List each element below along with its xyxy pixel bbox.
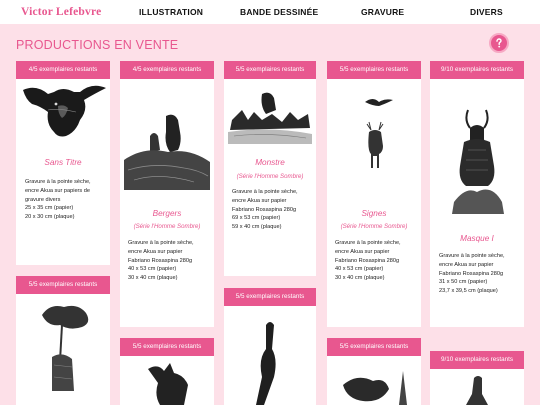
card-description: Gravure à la pointe sèche, encre Akua sur… [128,240,194,282]
artwork-card-monstre[interactable]: Monstre (Série l'Homme Sombre) Gravure à… [224,72,316,276]
stock-badge: 5/5 exemplaires restants [327,338,421,356]
stock-badge: 5/5 exemplaires restants [120,338,214,356]
artwork-card[interactable] [120,349,214,405]
figure-on-rock-etching [460,374,494,405]
artwork-card[interactable] [327,349,421,405]
bird-creature-etching [337,365,413,405]
page-title: PRODUCTIONS EN VENTE [16,38,179,52]
tree-and-animal-etching [30,301,96,405]
artwork-card-signes[interactable]: Signes (Série l'Homme Sombre) Gravure à … [327,72,421,327]
stock-badge: 4/5 exemplaires restants [16,61,110,79]
deer-and-bird-etching [357,96,397,172]
nav-illustration[interactable]: ILLUSTRATION [139,7,203,17]
stock-badge: 9/10 exemplaires restants [430,61,524,79]
card-title: Sans Titre [44,158,82,167]
figures-by-water-etching [228,90,312,144]
bull-head-etching [18,80,108,140]
artwork-card[interactable] [16,287,110,405]
artwork-card-bergers[interactable]: Bergers (Série l'Homme Sombre) Gravure à… [120,72,214,327]
stock-badge: 5/5 exemplaires restants [327,61,421,79]
bird-head-figure-etching [250,319,290,405]
card-description: Gravure à la pointe sèche, encre Akua sur… [25,179,91,221]
top-navigation-bar: Victor Lefebvre ILLUSTRATION BANDE DESSI… [0,0,540,24]
nav-gravure[interactable]: GRAVURE [361,7,404,17]
artwork-card[interactable] [224,299,316,405]
antelope-masked-figure-etching [440,106,514,216]
stock-badge: 5/5 exemplaires restants [16,276,110,294]
stock-badge: 5/5 exemplaires restants [224,288,316,306]
nav-divers[interactable]: DIVERS [470,7,503,17]
card-description: Gravure à la pointe sèche, encre Akua sur… [232,189,298,231]
nav-bande-dessinee[interactable]: BANDE DESSINÉE [240,7,318,17]
stock-badge: 4/5 exemplaires restants [120,61,214,79]
two-animals-on-hill-etching [124,110,210,190]
card-description: Gravure à la pointe sèche, encre Akua sur… [335,240,401,282]
stock-badge: 5/5 exemplaires restants [224,61,316,79]
fox-etching [144,361,194,405]
card-subtitle: (Série l'Homme Sombre) [133,223,201,230]
artwork-card-masque-i[interactable]: Masque I Gravure à la pointe sèche, encre… [430,72,524,327]
card-description: Gravure à la pointe sèche, encre Akua sur… [439,253,505,295]
site-logo[interactable]: Victor Lefebvre [21,6,101,18]
artwork-card-sans-titre[interactable]: Sans Titre Gravure à la pointe sèche, enc… [16,72,110,265]
stock-badge: 9/10 exemplaires restants [430,351,524,369]
card-title: Bergers [152,209,182,218]
card-subtitle: (Série l'Homme Sombre) [236,173,304,180]
card-title: Signes [361,209,387,218]
card-title: Monstre [255,158,285,167]
card-title: Masque I [460,234,494,243]
help-button[interactable] [489,33,509,53]
question-mark-circle-icon [493,37,505,49]
card-subtitle: (Série l'Homme Sombre) [340,223,408,230]
